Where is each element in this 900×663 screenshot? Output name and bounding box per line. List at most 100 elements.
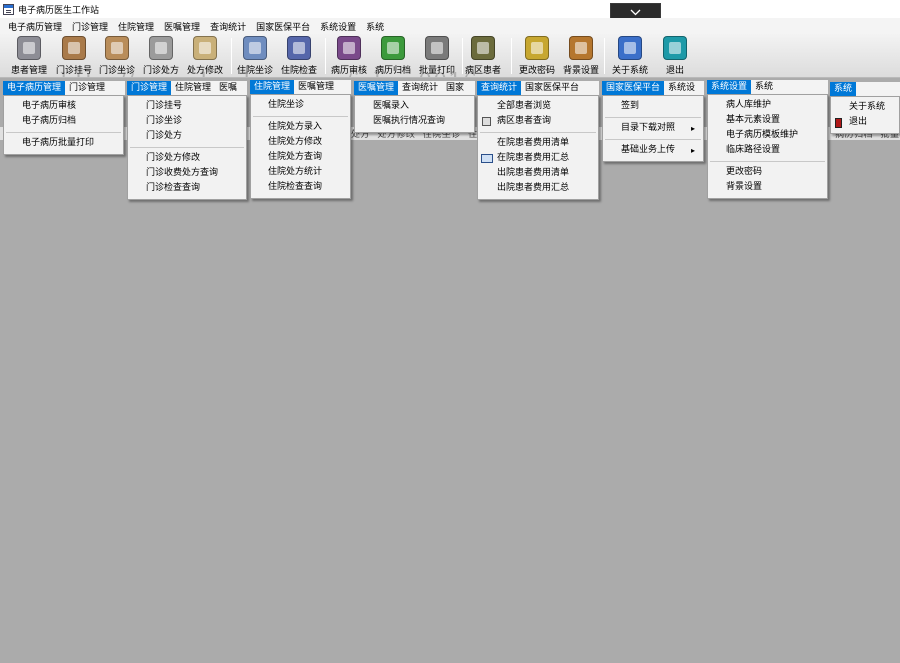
- menu-item-inpatient-prescription-query[interactable]: 住院处方查询: [251, 150, 350, 165]
- toolbar-review-button[interactable]: 病历审核: [326, 36, 372, 76]
- submenu-bar-inpatient: 住院管理 医嘱管理: [250, 80, 351, 94]
- menu-item-outpatient-register[interactable]: 门诊挂号: [128, 99, 246, 114]
- fee-summary-icon: [481, 154, 493, 163]
- menu-item-sign-in[interactable]: 签到: [603, 99, 703, 114]
- exit-icon: [663, 36, 687, 60]
- background-icon: [569, 36, 593, 60]
- menu-item-clinical-pathway[interactable]: 临床路径设置: [708, 143, 827, 158]
- dropdown-system: 关于系统 退出: [830, 96, 900, 134]
- menu-item-emr-template[interactable]: 电子病历模板维护: [708, 128, 827, 143]
- submenu-tab-orders[interactable]: 医嘱管理: [294, 80, 338, 94]
- menu-system[interactable]: 系统: [361, 20, 389, 33]
- menu-item-background-settings[interactable]: 背景设置: [708, 180, 827, 195]
- menu-separator: [480, 132, 596, 133]
- menu-item-outpatient-prescription-edit[interactable]: 门诊处方修改: [128, 151, 246, 166]
- archive-icon: [381, 36, 405, 60]
- menu-insurance[interactable]: 国家医保平台: [251, 20, 315, 33]
- menu-item-inpatient-prescription-entry[interactable]: 住院处方录入: [251, 120, 350, 135]
- app-icon: [3, 3, 14, 15]
- menu-item-order-execution-query[interactable]: 医嘱执行情况查询: [355, 114, 474, 129]
- toolbar-patient-button[interactable]: 患者管理: [6, 36, 52, 76]
- menu-item-inpatient-fee-list[interactable]: 在院患者费用清单: [478, 136, 598, 151]
- menu-separator: [605, 117, 701, 118]
- toolbar-print-button[interactable]: 批量打印: [414, 36, 460, 76]
- toolbar-edit-prescription-button[interactable]: 处方修改: [182, 36, 228, 76]
- submenu-tab-orders[interactable]: 医嘱: [215, 81, 241, 95]
- menu-item-change-password[interactable]: 更改密码: [708, 165, 827, 180]
- menu-item-inpatient-consult[interactable]: 住院坐诊: [251, 98, 350, 113]
- menu-item-emr-batch-print[interactable]: 电子病历批量打印: [4, 136, 123, 151]
- menu-item-outpatient-prescription[interactable]: 门诊处方: [128, 129, 246, 144]
- toolbar-consult-button[interactable]: 门诊坐诊: [94, 36, 140, 76]
- submenu-tab-query[interactable]: 查询统计: [477, 81, 522, 95]
- submenu-tab-insurance[interactable]: 国家医保平台: [602, 81, 665, 95]
- submenu-bar-orders: 医嘱管理 查询统计 国家: [354, 81, 475, 95]
- menu-item-inpatient-prescription-stats[interactable]: 住院处方统计: [251, 165, 350, 180]
- menu-emr[interactable]: 电子病历管理: [3, 20, 67, 33]
- register-icon: [62, 36, 86, 60]
- edit-prescription-icon: [193, 36, 217, 60]
- submenu-tab-settings[interactable]: 系统设置: [707, 80, 752, 94]
- inpatient-check-icon: [287, 36, 311, 60]
- menu-item-ward-patients[interactable]: 病区患者查询: [478, 114, 598, 129]
- menu-separator: [130, 147, 244, 148]
- menu-item-discharged-fee-list[interactable]: 出院患者费用清单: [478, 166, 598, 181]
- menu-item-inpatient-fee-summary[interactable]: 在院患者费用汇总: [478, 151, 598, 166]
- toolbar-archive-button[interactable]: 病历归档: [370, 36, 416, 76]
- submenu-tab-inpatient[interactable]: 住院管理: [171, 81, 215, 95]
- menu-orders[interactable]: 医嘱管理: [159, 20, 205, 33]
- menu-item-emr-archive[interactable]: 电子病历归档: [4, 114, 123, 129]
- menu-item-outpatient-consult[interactable]: 门诊坐诊: [128, 114, 246, 129]
- menu-item-order-entry[interactable]: 医嘱录入: [355, 99, 474, 114]
- submenu-bar-settings: 系统设置 系统: [707, 80, 828, 94]
- menu-item-discharged-fee-summary[interactable]: 出院患者费用汇总: [478, 181, 598, 196]
- menu-item-exit[interactable]: 退出: [831, 115, 899, 130]
- toolbar-password-button[interactable]: 更改密码: [514, 36, 560, 76]
- dropdown-settings: 病人库维护 基本元素设置 电子病历模板维护 临床路径设置 更改密码 背景设置: [707, 94, 828, 199]
- menu-item-outpatient-check-query[interactable]: 门诊检查查询: [128, 181, 246, 196]
- menu-item-basic-upload[interactable]: 基础业务上传 ▸: [603, 143, 703, 158]
- menu-inpatient[interactable]: 住院管理: [113, 20, 159, 33]
- consult-icon: [105, 36, 129, 60]
- toolbar-exit-button[interactable]: 退出: [652, 36, 698, 76]
- patient-icon: [17, 36, 41, 60]
- submenu-tab-system[interactable]: 系统: [830, 82, 857, 96]
- menu-item-inpatient-check-query[interactable]: 住院检查查询: [251, 180, 350, 195]
- submenu-bar-outpatient: 门诊管理 住院管理 医嘱: [127, 81, 247, 95]
- toolbar-separator: [604, 38, 605, 74]
- toolbar-register-button[interactable]: 门诊挂号: [51, 36, 97, 76]
- prescription-icon: [149, 36, 173, 60]
- submenu-tab-query[interactable]: 查询统计: [398, 81, 442, 95]
- submenu-tab-inpatient[interactable]: 住院管理: [250, 80, 295, 94]
- toolbar-inpatient-check-button[interactable]: 住院检查: [276, 36, 322, 76]
- submenu-tab-insurance[interactable]: 国家医保平台: [521, 81, 583, 95]
- submenu-tab-outpatient[interactable]: 门诊管理: [65, 81, 109, 95]
- submenu-tab-orders[interactable]: 医嘱管理: [354, 81, 399, 95]
- menu-item-inpatient-prescription-edit[interactable]: 住院处方修改: [251, 135, 350, 150]
- menu-item-all-patients[interactable]: 全部患者浏览: [478, 99, 598, 114]
- menu-item-basic-elements[interactable]: 基本元素设置: [708, 113, 827, 128]
- ward-icon: [471, 36, 495, 60]
- menu-item-catalog-download[interactable]: 目录下载对照 ▸: [603, 121, 703, 136]
- toolbar-inpatient-consult-button[interactable]: 住院坐诊: [232, 36, 278, 76]
- submenu-tab-outpatient[interactable]: 门诊管理: [127, 81, 172, 95]
- toolbar-about-button[interactable]: 关于系统: [607, 36, 653, 76]
- key-icon: [525, 36, 549, 60]
- menu-item-label: 病区患者查询: [497, 116, 552, 126]
- menu-item-outpatient-fee-query[interactable]: 门诊收费处方查询: [128, 166, 246, 181]
- info-icon: [618, 36, 642, 60]
- submenu-tab-insurance[interactable]: 国家: [442, 81, 468, 95]
- submenu-tab-emr[interactable]: 电子病历管理: [3, 81, 66, 95]
- toolbar-background-button[interactable]: 背景设置: [558, 36, 604, 76]
- menu-settings[interactable]: 系统设置: [315, 20, 361, 33]
- toolbar-prescription-button[interactable]: 门诊处方: [138, 36, 184, 76]
- menu-outpatient[interactable]: 门诊管理: [67, 20, 113, 33]
- menu-item-about[interactable]: 关于系统: [831, 100, 899, 115]
- submenu-tab-system[interactable]: 系统: [751, 80, 777, 94]
- menu-query[interactable]: 查询统计: [205, 20, 251, 33]
- toolbar-ward-button[interactable]: 病区患者: [460, 36, 506, 76]
- dropdown-insurance: 签到 目录下载对照 ▸ 基础业务上传 ▸: [602, 95, 704, 162]
- menu-item-patient-db[interactable]: 病人库维护: [708, 98, 827, 113]
- submenu-tab-settings[interactable]: 系统设: [664, 81, 699, 95]
- menu-item-emr-review[interactable]: 电子病历审核: [4, 99, 123, 114]
